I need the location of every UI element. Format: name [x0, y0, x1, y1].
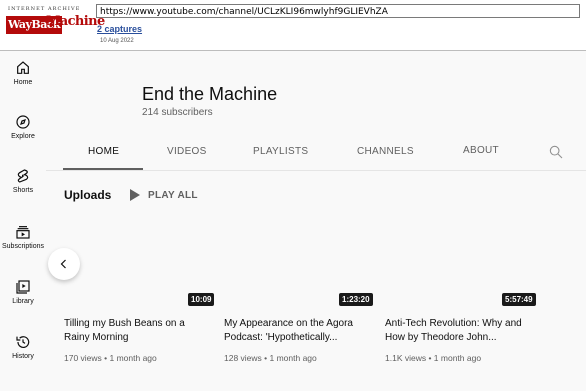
history-icon: [16, 336, 30, 348]
channel-name: End the Machine: [142, 84, 278, 104]
video-title[interactable]: My Appearance on the Agora Podcast: 'Hyp…: [224, 317, 372, 345]
video-duration: 1:23:20: [339, 293, 373, 306]
tab-divider: [46, 170, 586, 171]
library-icon: [16, 280, 30, 294]
nav-item-library[interactable]: Library: [0, 279, 46, 305]
play-all-label: PLAY ALL: [148, 189, 198, 201]
nav-label-subscriptions: Subscriptions: [1, 243, 45, 250]
tab-playlists[interactable]: PLAYLISTS: [253, 146, 308, 157]
scroll-left-button[interactable]: [48, 248, 80, 280]
nav-label-library: Library: [12, 298, 34, 305]
tab-channels[interactable]: CHANNELS: [357, 146, 414, 157]
nav-item-shorts[interactable]: Shorts: [0, 168, 46, 194]
channel-search-button[interactable]: [548, 144, 564, 165]
home-icon: [17, 61, 29, 74]
nav-label-home: Home: [13, 79, 33, 86]
nav-label-explore: Explore: [11, 133, 35, 140]
compass-icon: [16, 115, 30, 129]
nav-item-home[interactable]: Home: [0, 60, 46, 86]
video-meta: 128 views • 1 month ago: [224, 353, 317, 363]
capture-date: 10 Aug 2022: [100, 38, 134, 44]
play-all-button[interactable]: PLAY ALL: [130, 189, 198, 201]
chevron-left-icon: [60, 259, 66, 269]
video-meta: 1.1K views • 1 month ago: [385, 353, 482, 363]
video-meta: 170 views • 1 month ago: [64, 353, 157, 363]
play-icon: [130, 189, 140, 201]
search-icon: [549, 145, 563, 159]
video-title[interactable]: Tilling my Bush Beans on a Rainy Morning: [64, 317, 212, 345]
video-duration: 5:57:49: [502, 293, 536, 306]
nav-item-subscriptions[interactable]: Subscriptions: [0, 224, 46, 250]
tab-about[interactable]: ABOUT: [463, 145, 499, 156]
nav-item-explore[interactable]: Explore: [0, 114, 46, 140]
captures-link[interactable]: 2 captures: [97, 24, 142, 34]
wayback-logo[interactable]: INTERNET ARCHIVE WayBack Machine: [6, 4, 105, 44]
uploads-heading: Uploads: [64, 188, 112, 202]
wayback-toolbar: INTERNET ARCHIVE WayBack Machine https:/…: [0, 0, 586, 51]
nav-label-history: History: [12, 353, 34, 360]
tab-home[interactable]: HOME: [88, 146, 119, 157]
active-tab-indicator: [63, 168, 143, 170]
subscriber-count: 214 subscribers: [142, 107, 213, 118]
internet-archive-label: INTERNET ARCHIVE: [8, 6, 81, 12]
wayback-machine-wordmark: WayBack Machine: [6, 14, 105, 36]
video-duration: 10:09: [188, 293, 215, 306]
subscriptions-icon: [16, 226, 30, 239]
video-title[interactable]: Anti-Tech Revolution: Why and How by The…: [385, 317, 533, 345]
shorts-icon: [17, 169, 29, 183]
nav-label-shorts: Shorts: [12, 187, 34, 194]
wayback-url-input[interactable]: https://www.youtube.com/channel/UCLzKLI9…: [96, 4, 580, 18]
tab-videos[interactable]: VIDEOS: [167, 146, 207, 157]
nav-item-history[interactable]: History: [0, 334, 46, 360]
